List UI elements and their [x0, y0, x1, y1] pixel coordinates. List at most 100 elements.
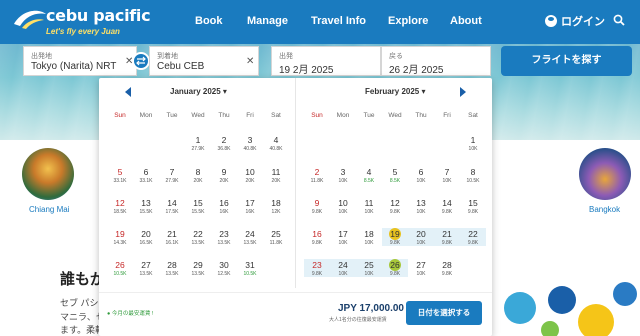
calendar-day[interactable]: 27 10K: [408, 259, 434, 277]
calendar-day[interactable]: 7 10K: [434, 166, 460, 184]
destination-chiang-mai-label[interactable]: Chiang Mai: [29, 205, 69, 214]
calendar-day[interactable]: 1 27.9K: [185, 134, 211, 152]
depart-date-field[interactable]: 出発 19 2月 2025: [271, 46, 381, 76]
return-value: 26 2月 2025: [389, 65, 444, 76]
calendar-day[interactable]: 10 20K: [237, 166, 263, 184]
calendar-day[interactable]: 6 33.1K: [133, 166, 159, 184]
month-title-january[interactable]: January 2025 ▾: [170, 87, 227, 96]
calendar-day[interactable]: 23 13.5K: [211, 228, 237, 246]
calendar-day[interactable]: 8 10.5K: [460, 166, 486, 184]
calendar-day[interactable]: 25 10K: [356, 259, 382, 277]
calendar-day[interactable]: 13 15.5K: [133, 197, 159, 215]
calendar-day[interactable]: 31 10.5K: [237, 259, 263, 277]
calendar-day[interactable]: 26 10.5K: [107, 259, 133, 277]
destination-field[interactable]: 到着地 Cebu CEB ✕: [149, 46, 259, 76]
nav-about[interactable]: About: [450, 15, 482, 27]
calendar-day[interactable]: 9 9.8K: [304, 197, 330, 215]
login-link[interactable]: ログイン: [545, 13, 605, 29]
calendar-day[interactable]: 2 36.8K: [211, 134, 237, 152]
calendar-day[interactable]: 15 15.5K: [185, 197, 211, 215]
day-fare: 10K: [338, 271, 348, 277]
nav-explore[interactable]: Explore: [388, 15, 428, 27]
calendar-day[interactable]: 3 10K: [330, 166, 356, 184]
calendar-day[interactable]: 18 12K: [263, 197, 289, 215]
calendar-day[interactable]: 20 16.5K: [133, 228, 159, 246]
day-number: 11: [364, 198, 374, 208]
calendar-day[interactable]: 5 8.5K: [382, 166, 408, 184]
day-number: 13: [416, 198, 426, 208]
calendar-day[interactable]: 26 9.8K: [382, 259, 408, 277]
search-icon[interactable]: [613, 14, 625, 26]
day-number: 24: [245, 229, 255, 239]
previous-month-arrow-icon[interactable]: [124, 87, 132, 97]
weekday-header: Thu: [415, 112, 427, 119]
user-icon: [545, 15, 557, 27]
day-number: 7: [169, 167, 175, 177]
calendar-day[interactable]: 13 10K: [408, 197, 434, 215]
calendar-day[interactable]: 5 33.1K: [107, 166, 133, 184]
calendar-day[interactable]: 1 10K: [460, 134, 486, 152]
calendar-day[interactable]: 11 10K: [356, 197, 382, 215]
calendar-day[interactable]: 19 14.3K: [107, 228, 133, 246]
calendar-day[interactable]: 27 13.5K: [133, 259, 159, 277]
calendar-day[interactable]: 23 9.8K: [304, 259, 330, 277]
calendar-day[interactable]: 14 17.5K: [159, 197, 185, 215]
calendar-day[interactable]: 12 18.5K: [107, 197, 133, 215]
calendar-day[interactable]: 28 9.8K: [434, 259, 460, 277]
month-title-february[interactable]: February 2025 ▾: [365, 87, 426, 96]
select-dates-button[interactable]: 日付を選択する: [406, 301, 482, 325]
calendar-day[interactable]: 16 16K: [211, 197, 237, 215]
calendar-day[interactable]: 2 11.8K: [304, 166, 330, 184]
day-number: 4: [273, 135, 279, 145]
calendar-day[interactable]: 4 40.8K: [263, 134, 289, 152]
calendar-day[interactable]: 29 13.5K: [185, 259, 211, 277]
calendar-day[interactable]: 30 12.5K: [211, 259, 237, 277]
day-number: 16: [312, 229, 322, 239]
calendar-day[interactable]: 3 40.8K: [237, 134, 263, 152]
swap-button[interactable]: [132, 52, 150, 70]
day-fare: 27.9K: [191, 146, 205, 152]
destination-chiang-mai-image[interactable]: [22, 148, 74, 200]
destination-bangkok-image[interactable]: [579, 148, 631, 200]
day-fare: 12K: [271, 209, 281, 215]
calendar-day[interactable]: 17 16K: [237, 197, 263, 215]
next-month-arrow-icon[interactable]: [459, 87, 467, 97]
nav-manage[interactable]: Manage: [247, 15, 288, 27]
calendar-day[interactable]: 17 10K: [330, 228, 356, 246]
calendar-day[interactable]: 11 20K: [263, 166, 289, 184]
calendar-day[interactable]: 25 11.8K: [263, 228, 289, 246]
calendar-day[interactable]: 10 10K: [330, 197, 356, 215]
calendar-day[interactable]: 22 9.8K: [460, 228, 486, 246]
calendar-day[interactable]: 6 10K: [408, 166, 434, 184]
calendar-day[interactable]: 20 10K: [408, 228, 434, 246]
destination-bangkok-label[interactable]: Bangkok: [589, 205, 620, 214]
day-fare: 18.5K: [113, 209, 127, 215]
day-number: 15: [193, 198, 203, 208]
calendar-day[interactable]: 22 13.5K: [185, 228, 211, 246]
calendar-day[interactable]: 15 9.8K: [460, 197, 486, 215]
calendar-day[interactable]: 24 13.5K: [237, 228, 263, 246]
calendar-day[interactable]: 21 9.8K: [434, 228, 460, 246]
nav-book[interactable]: Book: [195, 15, 223, 27]
calendar-day[interactable]: 7 27.9K: [159, 166, 185, 184]
calendar-day[interactable]: 21 16.1K: [159, 228, 185, 246]
calendar-day[interactable]: 8 20K: [185, 166, 211, 184]
calendar-day[interactable]: 28 13.5K: [159, 259, 185, 277]
origin-field[interactable]: 出発地 Tokyo (Narita) NRT ✕: [23, 46, 137, 76]
calendar-day[interactable]: 9 20K: [211, 166, 237, 184]
calendar-day[interactable]: 24 10K: [330, 259, 356, 277]
day-fare: 13.5K: [139, 271, 153, 277]
day-fare: 10K: [468, 146, 478, 152]
return-date-field[interactable]: 戻る 26 2月 2025: [381, 46, 491, 76]
swap-icon: [136, 56, 146, 66]
search-flights-button[interactable]: フライトを探す: [501, 46, 632, 76]
day-number: 3: [340, 167, 346, 177]
calendar-day[interactable]: 18 10K: [356, 228, 382, 246]
clear-destination-icon[interactable]: ✕: [246, 56, 254, 67]
calendar-day[interactable]: 12 9.8K: [382, 197, 408, 215]
nav-travel-info[interactable]: Travel Info: [311, 15, 366, 27]
calendar-day[interactable]: 14 9.8K: [434, 197, 460, 215]
calendar-day[interactable]: 4 8.5K: [356, 166, 382, 184]
calendar-day[interactable]: 16 9.8K: [304, 228, 330, 246]
calendar-day[interactable]: 19 9.8K: [382, 228, 408, 246]
